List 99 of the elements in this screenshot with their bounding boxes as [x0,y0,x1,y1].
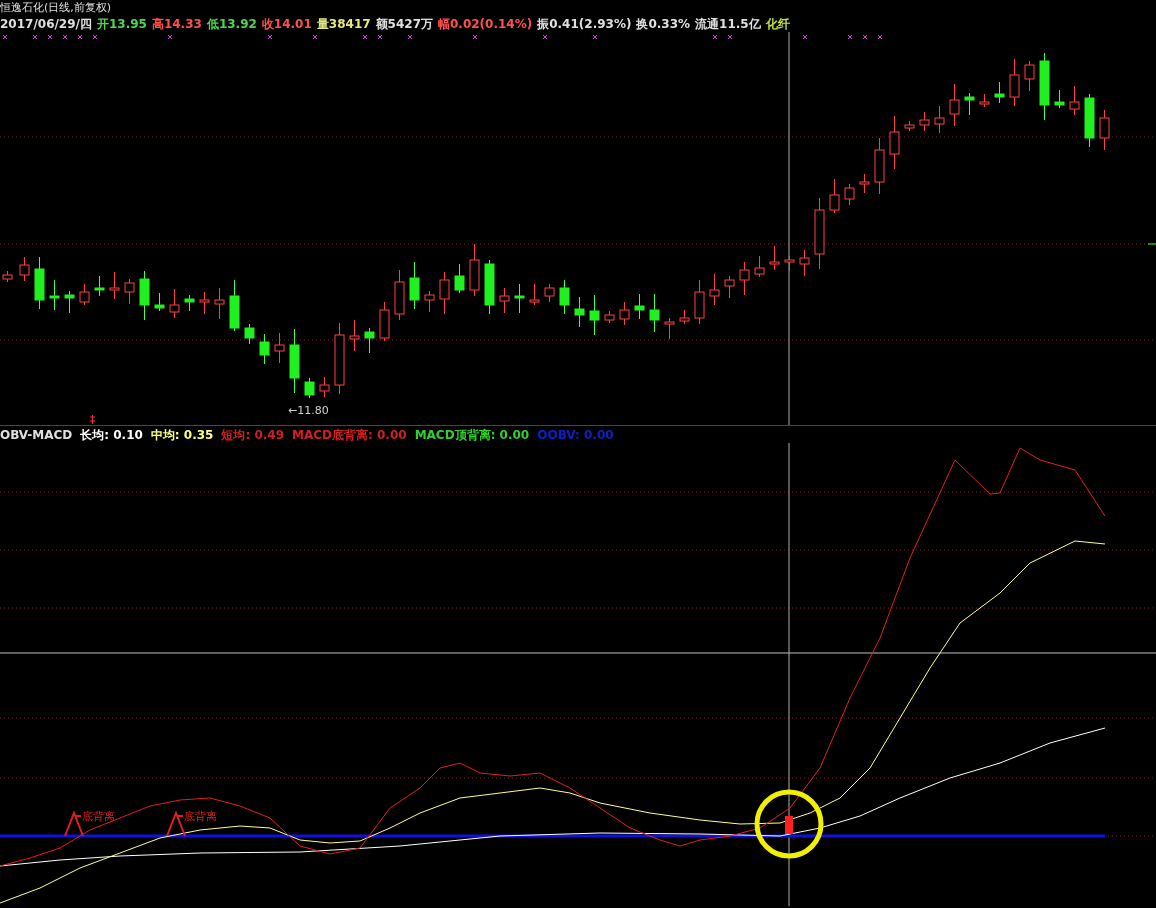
candlestick [484,259,495,315]
indicator-value: 中均: 0.35 [150,427,214,443]
quote-value: 量38417 [316,16,371,32]
highlight-circle [754,789,824,859]
candlestick [124,278,135,305]
candlestick [304,377,315,399]
candlestick [319,376,330,398]
candlestick [274,332,285,364]
candlestick [169,288,180,319]
candlestick [529,283,540,306]
candlestick [709,273,720,306]
divergence-label: 底背离 [82,810,115,823]
candlestick [739,261,750,296]
candlestick [919,111,930,132]
candlestick [79,283,90,306]
indicator-value: OOBV: 0.00 [537,427,614,443]
candlestick [244,323,255,345]
candlestick [994,81,1005,104]
divergence-marker-icon [64,810,84,837]
divergence-marker-icon [166,810,186,837]
candlestick [619,301,630,326]
indicator-value: 长均: 0.10 [80,427,143,443]
candlestick [1084,93,1095,148]
quote-value: 额5427万 [375,16,433,32]
divergence-label: 底背离 [184,810,217,823]
candlestick [649,293,660,333]
candlestick [469,243,480,297]
quote-value: 换0.33% [636,16,691,32]
candlestick [154,292,165,312]
candlestick [364,327,375,354]
candlestick [949,83,960,127]
indicator-value: MACD底背离: 0.00 [292,427,407,443]
candlestick [94,275,105,297]
candlestick [214,287,225,320]
candlestick [694,279,705,325]
low-price-label: ←11.80 [288,404,329,417]
candlestick [34,256,45,310]
candlestick [394,269,405,321]
candlestick [889,115,900,170]
candlestick [1039,52,1050,121]
candlestick [439,271,450,315]
quote-value: 收14.01 [261,16,312,32]
quote-value: 化纤 [765,16,790,32]
candlestick [1069,85,1080,116]
candlestick [499,287,510,314]
candlestick [859,173,870,194]
candlestick [754,255,765,278]
quote-value: 振0.41(2.93%) [537,16,632,32]
indicator-name: OBV-MACD [0,427,73,443]
quote-value: 流通11.5亿 [695,16,761,32]
candlestick [604,310,615,324]
quote-value: 高14.33 [151,16,202,32]
candlestick [289,328,300,394]
candlestick [544,283,555,303]
candlestick [634,293,645,320]
candlestick [844,183,855,206]
candlestick [829,178,840,214]
signal-icon [89,414,96,425]
candlestick [1054,89,1065,109]
candlestick [64,290,75,314]
candlestick [724,275,735,299]
candlestick [49,279,60,311]
stock-title: 恒逸石化(日线,前复权) [0,0,113,16]
candlestick [964,92,975,116]
candlestick [184,294,195,312]
candlestick [979,93,990,108]
candlestick [514,283,525,314]
candlestick [799,249,810,277]
candlestick [1024,60,1035,92]
candlestick [19,256,30,282]
candlestick [664,317,675,340]
candlestick [574,296,585,328]
candlestick [139,270,150,321]
quote-value: 2017/06/29/四 [0,16,92,32]
candlestick [379,301,390,342]
candlestick [259,333,270,365]
candlestick [874,137,885,195]
candlestick [109,271,120,300]
candlestick [769,245,780,271]
indicator-value: 短均: 0.49 [221,427,285,443]
candlestick [784,255,795,272]
candlestick [934,105,945,134]
candlestick [679,309,690,325]
candlestick [1009,58,1020,107]
candlestick [409,261,420,310]
candlestick [589,294,600,336]
quote-value: 低13.92 [206,16,257,32]
quote-value: 幅0.02(0.14%) [438,16,533,32]
candlestick [199,291,210,315]
quote-value: 开13.95 [96,16,147,32]
candlestick [1099,109,1110,151]
candlestick [559,279,570,315]
candlestick [904,120,915,132]
candlestick [349,319,360,352]
candlestick [229,279,240,332]
candlestick [454,263,465,294]
indicator-value: MACD顶背离: 0.00 [414,427,530,443]
signal-bar [785,816,793,834]
candlestick [424,290,435,313]
